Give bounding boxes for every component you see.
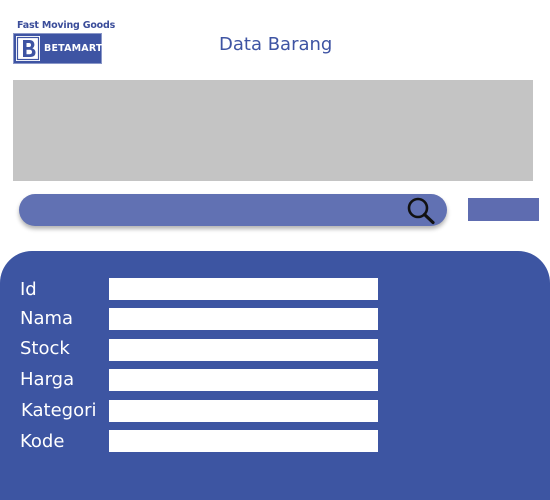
search-bar[interactable] — [19, 194, 447, 226]
b-logo-mark-icon — [16, 36, 40, 61]
harga-field[interactable] — [109, 369, 378, 391]
logo-tagline: Fast Moving Goods — [17, 20, 116, 31]
search-input[interactable] — [33, 194, 403, 226]
field-label-stock: Stock — [20, 338, 70, 359]
kategori-field[interactable] — [109, 400, 378, 422]
logo-box: BETAMART — [13, 33, 102, 64]
stock-field[interactable] — [109, 339, 378, 361]
field-label-kategori: Kategori — [21, 400, 97, 421]
field-label-harga: Harga — [20, 369, 75, 390]
kode-field[interactable] — [109, 430, 378, 452]
search-icon[interactable] — [405, 195, 437, 225]
field-label-kode: Kode — [20, 431, 65, 452]
id-field[interactable] — [109, 278, 378, 300]
nama-field[interactable] — [109, 308, 378, 330]
logo-name: BETAMART — [44, 43, 103, 54]
search-button[interactable] — [468, 198, 539, 221]
field-label-id: Id — [20, 279, 37, 300]
field-label-nama: Nama — [20, 308, 74, 329]
betamart-logo: Fast Moving Goods BETAMART — [13, 20, 115, 66]
page-title: Data Barang — [219, 34, 333, 55]
banner-placeholder — [13, 80, 533, 181]
